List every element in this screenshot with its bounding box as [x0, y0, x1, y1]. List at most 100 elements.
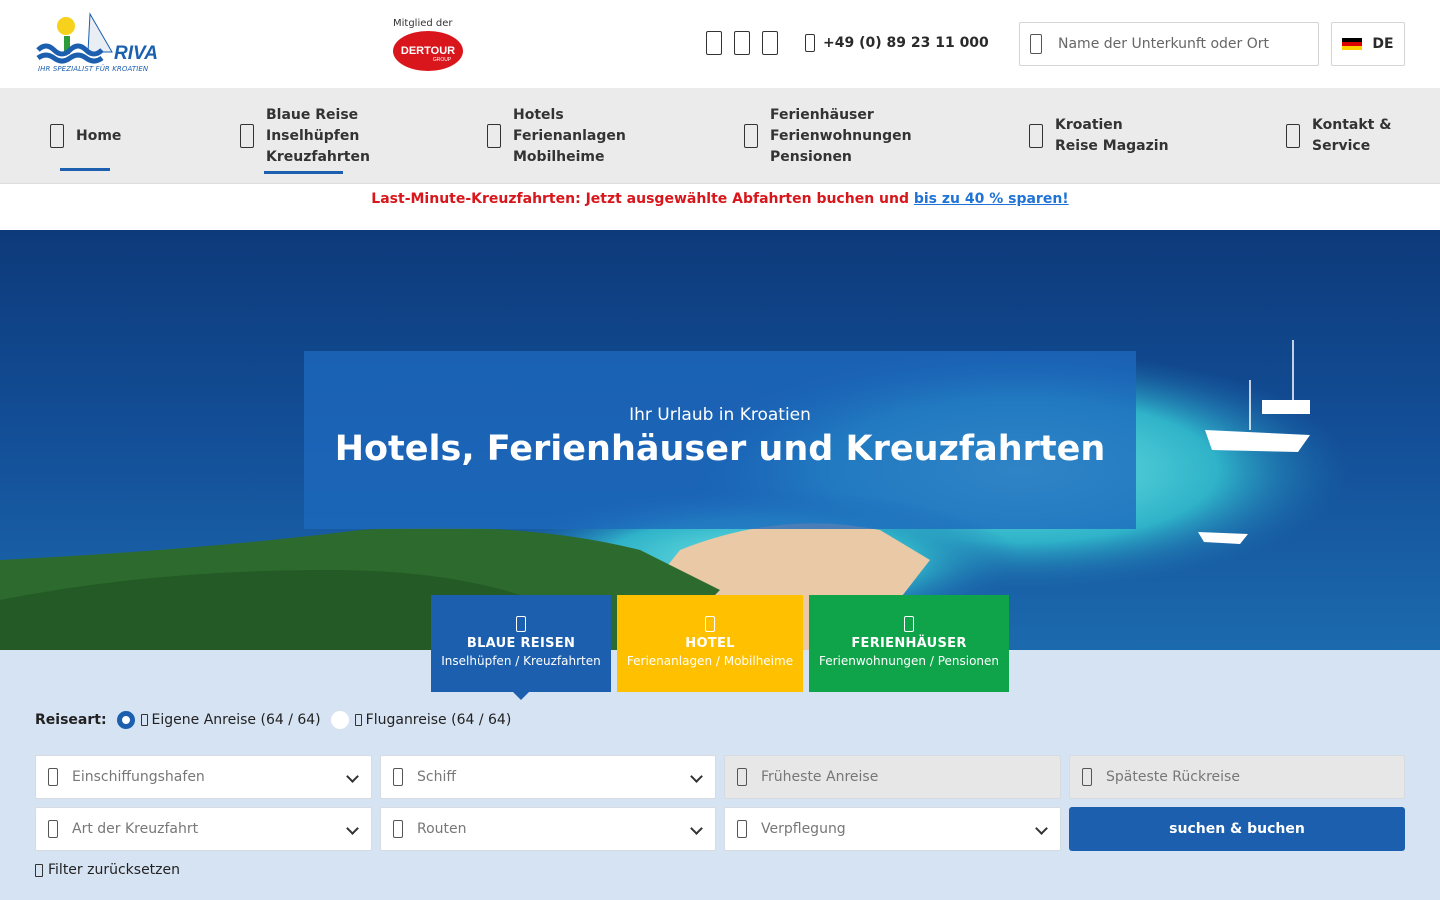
header-icon-group: [706, 31, 778, 55]
hero-section: Ihr Urlaub in Kroatien Hotels, Ferienhäu…: [0, 230, 1440, 650]
active-underline: [60, 168, 110, 171]
hero-headline-box: Ihr Urlaub in Kroatien Hotels, Ferienhäu…: [304, 351, 1136, 529]
travel-type-label: Reiseart:: [35, 712, 107, 728]
magazine-icon: [1029, 124, 1043, 148]
svg-text:GROUP: GROUP: [433, 57, 452, 63]
nav-item-hotels[interactable]: Hotels Ferienanlagen Mobilheime: [487, 88, 626, 184]
car-icon: [140, 714, 148, 726]
nav-item-magazin[interactable]: Kroatien Reise Magazin: [1029, 88, 1169, 184]
routes-select[interactable]: Routen: [380, 807, 716, 851]
phone-link[interactable]: +49 (0) 89 23 11 000: [805, 34, 989, 52]
option-label: Eigene Anreise (64 / 64): [151, 712, 321, 728]
chevron-down-icon: [346, 822, 359, 835]
field-placeholder: Späteste Rückreise: [1106, 769, 1240, 785]
radio-button[interactable]: [330, 711, 349, 729]
account-icon[interactable]: [734, 31, 750, 55]
german-flag-icon: [1342, 37, 1363, 51]
nav-item-label: Ferienhäuser Ferienwohnungen Pensionen: [770, 106, 912, 165]
tab-blaue-reisen[interactable]: BLAUE REISEN Inselhüpfen / Kreuzfahrten: [431, 595, 611, 700]
board-select[interactable]: Verpflegung: [724, 807, 1061, 851]
field-placeholder: Einschiffungshafen: [72, 769, 205, 785]
logo-tagline: IHR SPEZIALIST FÜR KROATIEN: [38, 65, 149, 73]
nav-item-label: Kontakt & Service: [1312, 117, 1392, 154]
hotel-icon: [705, 616, 715, 632]
tab-title: FERIENHÄUSER: [851, 636, 967, 651]
dertour-logo[interactable]: DERTOUR GROUP: [392, 30, 464, 72]
ship-icon: [516, 616, 526, 632]
option-flight-arrival[interactable]: Fluganreise (64 / 64): [330, 711, 512, 729]
favorites-icon[interactable]: [706, 31, 722, 55]
embarkation-port-select[interactable]: Einschiffungshafen: [35, 755, 372, 799]
hero-title: Hotels, Ferienhäuser und Kreuzfahrten: [334, 429, 1106, 469]
field-placeholder: Verpflegung: [761, 821, 846, 837]
search-input[interactable]: [1058, 36, 1298, 52]
main-navigation: Home Blaue Reise Inselhüpfen Kreuzfahrte…: [0, 88, 1440, 184]
house-icon: [904, 616, 914, 632]
member-label: Mitglied der: [393, 18, 453, 29]
calendar-icon: [737, 768, 747, 786]
house-icon: [744, 124, 758, 148]
tab-ferienhaeuser[interactable]: FERIENHÄUSER Ferienwohnungen / Pensionen: [809, 595, 1009, 692]
tab-hotel[interactable]: HOTEL Ferienanlagen / Mobilheime: [617, 595, 803, 692]
option-label: Fluganreise (64 / 64): [365, 712, 512, 728]
contact-icon: [1286, 124, 1300, 148]
reset-label: Filter zurücksetzen: [48, 862, 181, 878]
nav-item-label: Blaue Reise Inselhüpfen Kreuzfahrten: [266, 106, 370, 165]
ship-icon: [393, 768, 403, 786]
nav-item-kontakt[interactable]: Kontakt & Service: [1286, 88, 1391, 184]
nav-item-label: Kroatien Reise Magazin: [1055, 117, 1169, 154]
field-placeholder: Schiff: [417, 769, 456, 785]
hover-underline: [264, 171, 343, 174]
ship-icon: [240, 124, 254, 148]
calendar-icon: [1082, 768, 1092, 786]
chevron-down-icon: [1035, 822, 1048, 835]
svg-text:RIVA: RIVA: [114, 43, 158, 64]
hero-subtitle: Ihr Urlaub in Kroatien: [629, 405, 811, 425]
nav-item-label: Home: [76, 127, 122, 144]
tab-subtitle: Inselhüpfen / Kreuzfahrten: [441, 654, 601, 668]
reset-filter-link[interactable]: Filter zurücksetzen: [35, 862, 180, 878]
ship-select[interactable]: Schiff: [380, 755, 716, 799]
anchor-icon: [48, 768, 58, 786]
chevron-down-icon: [346, 770, 359, 783]
language-code: DE: [1372, 36, 1394, 52]
reset-icon: [35, 863, 43, 877]
plane-icon: [354, 714, 362, 726]
field-placeholder: Routen: [417, 821, 467, 837]
phone-number: +49 (0) 89 23 11 000: [823, 35, 989, 51]
phone-icon: [805, 34, 815, 52]
cruise-type-select[interactable]: Art der Kreuzfahrt: [35, 807, 372, 851]
home-icon: [50, 124, 64, 148]
tab-subtitle: Ferienwohnungen / Pensionen: [818, 654, 1000, 668]
nav-item-ferienhaeuser[interactable]: Ferienhäuser Ferienwohnungen Pensionen: [744, 88, 912, 184]
promo-banner: Last-Minute-Kreuzfahrten: Jetzt ausgewäh…: [0, 184, 1440, 230]
latest-return-field[interactable]: Späteste Rückreise: [1069, 755, 1405, 799]
tab-title: BLAUE REISEN: [466, 636, 576, 651]
promo-text: Last-Minute-Kreuzfahrten: Jetzt ausgewäh…: [371, 191, 914, 207]
option-own-arrival[interactable]: Eigene Anreise (64 / 64): [116, 711, 321, 729]
search-button[interactable]: suchen & buchen: [1069, 807, 1405, 851]
site-header: RIVA IHR SPEZIALIST FÜR KROATIEN Mitglie…: [0, 0, 1440, 88]
radio-button-selected[interactable]: [116, 711, 135, 729]
tab-title: HOTEL: [685, 636, 735, 651]
hotel-icon: [487, 124, 501, 148]
chevron-down-icon: [690, 822, 703, 835]
accommodation-search[interactable]: [1019, 22, 1319, 66]
route-icon: [393, 820, 403, 838]
chevron-down-icon: [690, 770, 703, 783]
promo-link[interactable]: bis zu 40 % sparen!: [914, 191, 1069, 207]
svg-text:DERTOUR: DERTOUR: [401, 45, 455, 57]
field-placeholder: Art der Kreuzfahrt: [72, 821, 199, 837]
list-icon: [48, 820, 58, 838]
search-icon: [1030, 34, 1042, 54]
nav-item-label: Hotels Ferienanlagen Mobilheime: [513, 106, 626, 165]
travel-type-selector: Reiseart: Eigene Anreise (64 / 64) Fluga…: [35, 711, 521, 729]
language-selector[interactable]: DE: [1331, 22, 1405, 66]
nav-item-home[interactable]: Home: [50, 88, 121, 184]
cart-icon[interactable]: [762, 31, 778, 55]
earliest-arrival-field[interactable]: Früheste Anreise: [724, 755, 1061, 799]
nav-item-blaue-reise[interactable]: Blaue Reise Inselhüpfen Kreuzfahrten: [240, 88, 370, 184]
field-placeholder: Früheste Anreise: [761, 769, 879, 785]
cutlery-icon: [737, 820, 747, 838]
tab-subtitle: Ferienanlagen / Mobilheime: [626, 654, 794, 668]
